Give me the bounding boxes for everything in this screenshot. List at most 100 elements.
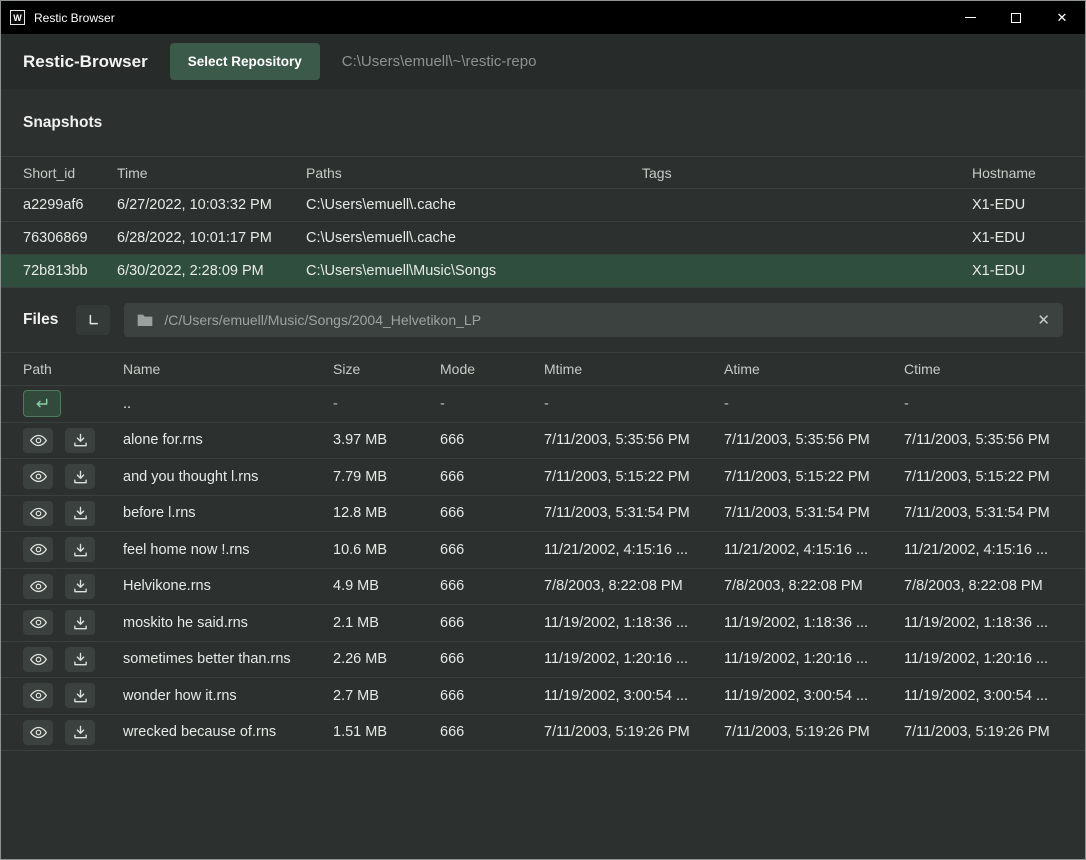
file-atime: 11/21/2002, 4:15:16 ... [724, 542, 904, 558]
column-name: Name [123, 361, 333, 377]
file-mtime: 7/11/2003, 5:31:54 PM [544, 505, 724, 521]
file-mode: 666 [440, 651, 544, 667]
file-atime: 11/19/2002, 1:20:16 ... [724, 651, 904, 667]
file-mode: 666 [440, 615, 544, 631]
tree-view-button[interactable] [76, 305, 110, 335]
file-ctime: 7/8/2003, 8:22:08 PM [904, 578, 1063, 594]
file-atime: 7/11/2003, 5:35:56 PM [724, 432, 904, 448]
eye-icon [30, 580, 47, 593]
snapshot-hostname: X1-EDU [972, 197, 1063, 213]
eye-icon [30, 653, 47, 666]
view-file-button[interactable] [23, 720, 53, 745]
download-file-button[interactable] [65, 464, 95, 489]
app-window: W Restic Browser ✕ Restic-Browser Select… [0, 0, 1086, 860]
maximize-button[interactable] [993, 1, 1039, 34]
files-toolbar: Files /C/Users/emuell/Music/Songs/2004_H… [1, 288, 1085, 352]
download-file-button[interactable] [65, 537, 95, 562]
snapshot-row-selected[interactable]: 72b813bb 6/30/2022, 2:28:09 PM C:\Users\… [1, 255, 1085, 288]
snapshot-paths: C:\Users\emuell\.cache [306, 230, 642, 246]
download-icon [73, 689, 88, 703]
file-atime: 11/19/2002, 1:18:36 ... [724, 615, 904, 631]
snapshot-row[interactable]: a2299af6 6/27/2022, 10:03:32 PM C:\Users… [1, 189, 1085, 222]
select-repository-button[interactable]: Select Repository [170, 43, 320, 80]
file-size: 7.79 MB [333, 469, 440, 485]
app-header: Restic-Browser Select Repository C:\User… [1, 34, 1085, 89]
minimize-button[interactable] [947, 1, 993, 34]
eye-icon [30, 616, 47, 629]
download-file-button[interactable] [65, 574, 95, 599]
view-file-button[interactable] [23, 464, 53, 489]
file-ctime: 7/11/2003, 5:19:26 PM [904, 724, 1063, 740]
current-path-input[interactable]: /C/Users/emuell/Music/Songs/2004_Helveti… [124, 303, 1063, 337]
file-mtime: 11/19/2002, 3:00:54 ... [544, 688, 724, 704]
download-file-button[interactable] [65, 647, 95, 672]
column-short-id: Short_id [23, 165, 117, 181]
download-file-button[interactable] [65, 501, 95, 526]
download-icon [73, 725, 88, 739]
column-path: Path [23, 361, 123, 377]
view-file-button[interactable] [23, 647, 53, 672]
file-ctime: 7/11/2003, 5:35:56 PM [904, 432, 1063, 448]
download-file-button[interactable] [65, 428, 95, 453]
file-mode: 666 [440, 578, 544, 594]
file-mode: 666 [440, 542, 544, 558]
file-row: alone for.rns 3.97 MB 666 7/11/2003, 5:3… [1, 423, 1085, 460]
view-file-button[interactable] [23, 501, 53, 526]
column-size: Size [333, 361, 440, 377]
view-file-button[interactable] [23, 428, 53, 453]
view-file-button[interactable] [23, 574, 53, 599]
files-heading: Files [23, 311, 58, 329]
file-name: and you thought l.rns [123, 469, 333, 485]
download-icon [73, 579, 88, 593]
view-file-button[interactable] [23, 610, 53, 635]
file-row: feel home now !.rns 10.6 MB 666 11/21/20… [1, 532, 1085, 569]
snapshot-paths: C:\Users\emuell\Music\Songs [306, 263, 642, 279]
file-name: wrecked because of.rns [123, 724, 333, 740]
file-name: .. [123, 396, 333, 412]
eye-icon [30, 434, 47, 447]
close-button[interactable]: ✕ [1039, 1, 1085, 34]
minimize-icon [965, 17, 976, 18]
file-size: 2.26 MB [333, 651, 440, 667]
download-file-button[interactable] [65, 683, 95, 708]
file-ctime: 11/19/2002, 1:20:16 ... [904, 651, 1063, 667]
file-ctime: 11/19/2002, 1:18:36 ... [904, 615, 1063, 631]
file-atime: 7/11/2003, 5:19:26 PM [724, 724, 904, 740]
file-name: Helvikone.rns [123, 578, 333, 594]
parent-directory-row: .. - - - - - [1, 386, 1085, 423]
file-name: wonder how it.rns [123, 688, 333, 704]
column-tags: Tags [642, 165, 972, 181]
folder-icon [137, 313, 153, 327]
snapshot-time: 6/28/2022, 10:01:17 PM [117, 230, 306, 246]
column-atime: Atime [724, 361, 904, 377]
snapshot-hostname: X1-EDU [972, 263, 1063, 279]
column-time: Time [117, 165, 306, 181]
snapshot-row[interactable]: 76306869 6/28/2022, 10:01:17 PM C:\Users… [1, 222, 1085, 255]
file-atime: 11/19/2002, 3:00:54 ... [724, 688, 904, 704]
file-size: - [333, 396, 440, 412]
file-name: feel home now !.rns [123, 542, 333, 558]
download-file-button[interactable] [65, 720, 95, 745]
eye-icon [30, 689, 47, 702]
file-mtime: 7/11/2003, 5:15:22 PM [544, 469, 724, 485]
eye-icon [30, 726, 47, 739]
file-row: and you thought l.rns 7.79 MB 666 7/11/2… [1, 459, 1085, 496]
view-file-button[interactable] [23, 683, 53, 708]
tree-view-icon [86, 313, 101, 328]
download-icon [73, 470, 88, 484]
eye-icon [30, 470, 47, 483]
maximize-icon [1011, 13, 1021, 23]
file-mode: 666 [440, 469, 544, 485]
view-file-button[interactable] [23, 537, 53, 562]
clear-path-button[interactable]: ✕ [1037, 313, 1050, 328]
file-ctime: 11/21/2002, 4:15:16 ... [904, 542, 1063, 558]
go-up-directory-button[interactable] [23, 390, 61, 417]
column-mtime: Mtime [544, 361, 724, 377]
download-file-button[interactable] [65, 610, 95, 635]
download-icon [73, 433, 88, 447]
file-size: 4.9 MB [333, 578, 440, 594]
file-row: wonder how it.rns 2.7 MB 666 11/19/2002,… [1, 678, 1085, 715]
file-mtime: - [544, 396, 724, 412]
file-mtime: 11/19/2002, 1:18:36 ... [544, 615, 724, 631]
file-atime: 7/11/2003, 5:15:22 PM [724, 469, 904, 485]
